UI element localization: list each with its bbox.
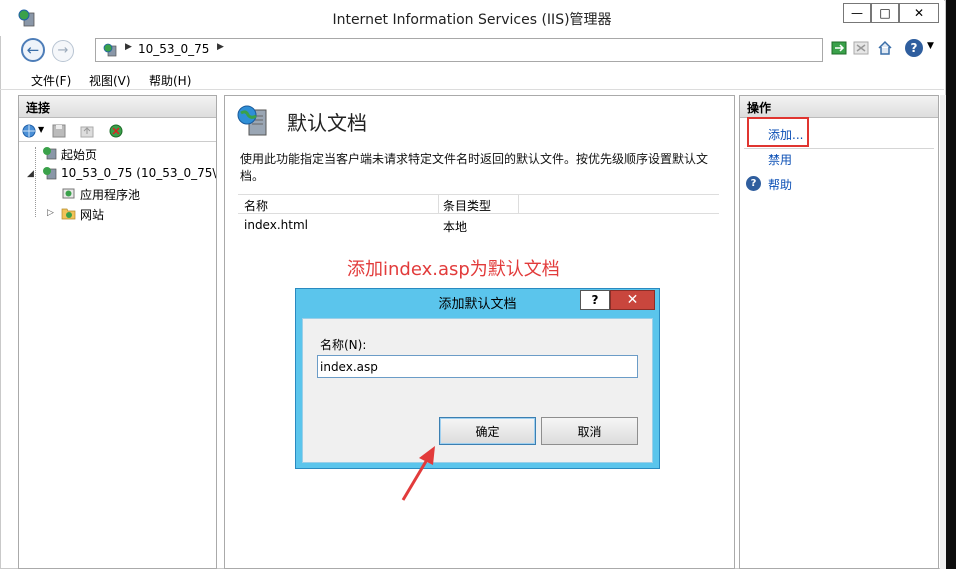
column-header-type[interactable]: 条目类型	[443, 197, 491, 214]
home-icon[interactable]	[877, 40, 893, 56]
scrollbar[interactable]	[940, 95, 946, 569]
name-field-label: 名称(N):	[320, 338, 367, 352]
tree-item-server[interactable]: 10_53_0_75 (10_53_0_75\Ad	[61, 166, 216, 180]
maximize-button[interactable]: □	[871, 3, 899, 23]
sites-folder-icon	[61, 208, 76, 220]
column-separator	[438, 194, 439, 214]
help-icon[interactable]: ?	[905, 39, 923, 57]
column-header-name[interactable]: 名称	[244, 197, 268, 214]
dialog-close-button[interactable]: ✕	[610, 290, 655, 310]
app-pool-icon	[62, 188, 75, 199]
table-cell-name[interactable]: index.html	[244, 218, 308, 232]
stop-icon[interactable]	[853, 40, 869, 56]
breadcrumb-server[interactable]: 10_53_0_75	[138, 42, 209, 56]
chevron-down-icon[interactable]: ▼	[38, 125, 44, 134]
action-add-link[interactable]: 添加...	[768, 126, 803, 143]
menu-view[interactable]: 视图(V)	[89, 72, 131, 89]
back-arrow-icon[interactable]: ←	[21, 38, 45, 62]
breadcrumb-chevron-icon[interactable]: ▶	[217, 42, 224, 52]
server-icon	[43, 167, 57, 180]
connections-title: 连接	[26, 101, 51, 115]
close-button[interactable]: ✕	[899, 3, 939, 23]
cancel-button[interactable]: 取消	[541, 417, 638, 445]
menu-help[interactable]: 帮助(H)	[149, 72, 191, 89]
tree-expanded-icon[interactable]: ◢	[27, 169, 34, 179]
page-description: 使用此功能指定当客户端未请求特定文件名时返回的默认文件。按优先级顺序设置默认文档…	[240, 152, 709, 183]
server-icon	[103, 43, 117, 57]
page-title: 默认文档	[287, 111, 367, 135]
up-level-icon[interactable]	[79, 123, 95, 139]
window-title: Internet Information Services (IIS)管理器	[332, 12, 612, 28]
ok-button[interactable]: 确定	[439, 417, 536, 445]
save-icon[interactable]	[51, 123, 67, 139]
forward-arrow-icon[interactable]: →	[52, 40, 74, 62]
tree-item-app-pools[interactable]: 应用程序池	[80, 186, 140, 203]
start-page-icon	[43, 147, 57, 160]
menu-bar	[0, 68, 944, 90]
minimize-button[interactable]: —	[843, 3, 871, 23]
dialog-help-button[interactable]: ?	[580, 290, 610, 310]
menu-file[interactable]: 文件(F)	[31, 72, 71, 89]
annotation-arrow-icon	[401, 446, 435, 501]
refresh-icon[interactable]	[831, 40, 847, 56]
name-input[interactable]	[317, 355, 638, 378]
disconnect-icon[interactable]	[108, 123, 124, 139]
breadcrumb-chevron-icon[interactable]: ▶	[125, 42, 132, 52]
column-separator	[518, 194, 519, 214]
table-cell-type[interactable]: 本地	[443, 218, 467, 235]
annotation-text: 添加index.asp为默认文档	[347, 259, 560, 280]
default-document-icon	[237, 105, 267, 136]
tree-guide-line	[35, 147, 36, 217]
actions-divider	[744, 148, 934, 149]
actions-title: 操作	[747, 101, 772, 115]
connect-icon[interactable]	[21, 123, 37, 139]
tree-collapsed-icon[interactable]: ▷	[47, 208, 54, 218]
action-disable-link[interactable]: 禁用	[768, 151, 792, 168]
help-icon: ?	[746, 176, 761, 191]
tree-item-start-page[interactable]: 起始页	[61, 146, 97, 163]
chevron-down-icon[interactable]: ▼	[927, 41, 934, 51]
action-help-link[interactable]: 帮助	[768, 176, 792, 193]
tree-item-sites[interactable]: 网站	[80, 206, 104, 223]
